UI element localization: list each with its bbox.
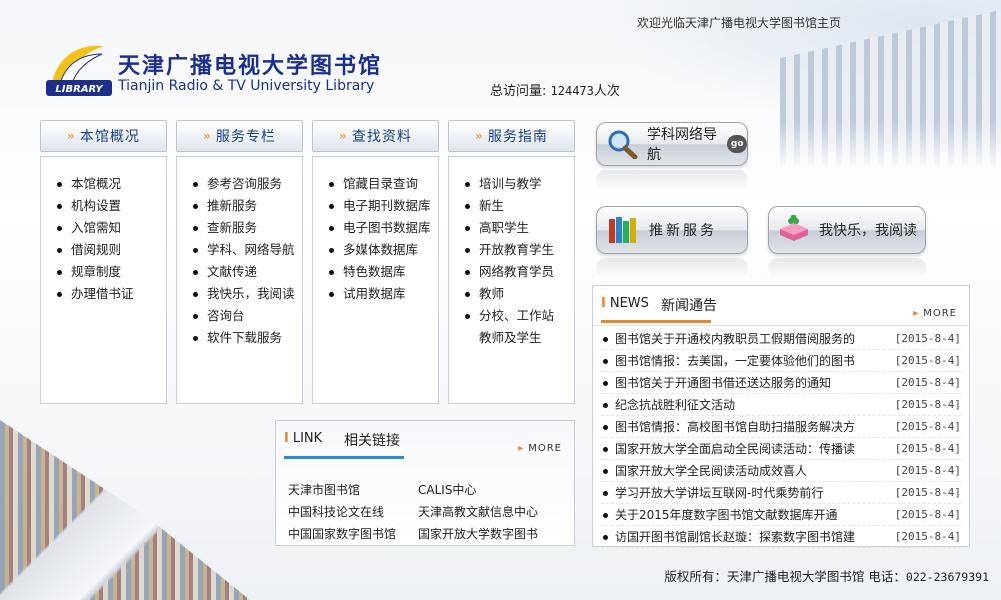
related-link[interactable]: 天津高教文献信息中心: [418, 503, 578, 521]
nav-column-about: » 本馆概况 本馆概况 机构设置 入馆需知 借阅规则 规章制度 办理借书证: [40, 120, 167, 404]
visit-counter: 总访问量: 124473人次: [490, 80, 620, 99]
happy-reading-button[interactable]: 我快乐，我阅读: [768, 206, 926, 254]
news-item[interactable]: 图书馆情报：去美国，一定要体验他们的图书 [2015-8-4]: [601, 350, 961, 372]
arrow-right-icon: ▸: [913, 308, 920, 319]
nav-header-services[interactable]: » 服务专栏: [176, 120, 303, 152]
nav-header-guide[interactable]: » 服务指南: [448, 120, 575, 152]
news-item[interactable]: 图书馆关于开通图书借还送达服务的通知 [2015-8-4]: [601, 372, 961, 394]
button-reflection: [596, 258, 748, 278]
page-curl-bookshelf-decoration: [0, 420, 250, 600]
button-reflection: [768, 258, 926, 278]
nav-link[interactable]: 电子期刊数据库: [327, 195, 438, 217]
visit-counter-value: 124473: [550, 84, 594, 98]
news-item[interactable]: 学习开放大学讲坛互联网-时代乘势前行 [2015-8-4]: [601, 482, 961, 504]
nav-link[interactable]: 开放教育学生: [463, 239, 574, 261]
related-link[interactable]: 国家开放大学数字图书: [418, 525, 578, 543]
nav-link[interactable]: 本馆概况: [55, 173, 166, 195]
links-panel: I LINK 相关链接 ▸ MORE 天津市图书馆 CALIS中心 中国科技论文在线…: [275, 420, 575, 546]
links-more-link[interactable]: ▸ MORE: [518, 443, 562, 454]
news-tag-cn: 新闻通告: [661, 298, 717, 314]
nav-link[interactable]: 参考咨询服务: [191, 173, 302, 195]
nav-link[interactable]: 电子图书数据库: [327, 217, 438, 239]
nav-link[interactable]: 新生: [463, 195, 574, 217]
news-item[interactable]: 国家开放大学全面启动全民阅读活动：传播读 [2015-8-4]: [601, 438, 961, 460]
magnifier-icon: [608, 130, 638, 159]
related-link[interactable]: 中国科技论文在线: [288, 503, 418, 521]
related-link[interactable]: 天津市图书馆: [288, 481, 418, 499]
logo-badge-text: LIBRARY: [55, 84, 104, 95]
book-clover-icon: [780, 215, 808, 241]
nav-header-search[interactable]: » 查找资料: [312, 120, 439, 152]
news-item[interactable]: 图书馆关于开通校内教职员工假期借阅服务的 [2015-8-4]: [601, 328, 961, 350]
nav-link[interactable]: 网络教育学员: [463, 261, 574, 283]
links-tag-cn: 相关链接: [344, 433, 400, 449]
library-logo-icon: LIBRARY: [42, 42, 118, 98]
news-more-link[interactable]: ▸ MORE: [913, 308, 957, 319]
visit-counter-label: 总访问量:: [490, 84, 547, 99]
footer-phone: 022-23679391: [905, 570, 989, 584]
button-reflection: [596, 170, 748, 190]
nav-link[interactable]: 我快乐，我阅读: [191, 283, 302, 305]
double-chevron-icon: »: [203, 129, 212, 143]
nav-link[interactable]: 入馆需知: [55, 217, 166, 239]
nav-link[interactable]: 借阅规则: [55, 239, 166, 261]
nav-link[interactable]: 多媒体数据库: [327, 239, 438, 261]
nav-link[interactable]: 机构设置: [55, 195, 166, 217]
related-link[interactable]: CALIS中心: [418, 481, 578, 499]
nav-link[interactable]: 馆藏目录查询: [327, 173, 438, 195]
nav-link[interactable]: 分校、工作站教师及学生: [463, 305, 563, 349]
links-tag-en: I LINK: [284, 431, 323, 446]
library-name-cn: 天津广播电视大学图书馆: [118, 53, 383, 79]
links-tag-underline: [284, 456, 404, 459]
news-tag-en: I NEWS: [601, 296, 649, 311]
nav-link[interactable]: 特色数据库: [327, 261, 438, 283]
news-item[interactable]: 国家开放大学全民阅读活动成效喜人 [2015-8-4]: [601, 460, 961, 482]
nav-link[interactable]: 学科、网络导航: [191, 239, 302, 261]
nav-column-search: » 查找资料 馆藏目录查询 电子期刊数据库 电子图书数据库 多媒体数据库 特色数据…: [312, 120, 439, 404]
related-link[interactable]: 中国国家数字图书馆: [288, 525, 418, 543]
double-chevron-icon: »: [67, 129, 76, 143]
nav-link[interactable]: 软件下载服务: [191, 327, 302, 349]
news-tag-underline: [601, 320, 711, 323]
go-icon: go: [727, 135, 747, 153]
nav-link[interactable]: 培训与教学: [463, 173, 574, 195]
nav-column-services: » 服务专栏 参考咨询服务 推新服务 查新服务 学科、网络导航 文献传递 我快乐，…: [176, 120, 303, 404]
nav-link[interactable]: 文献传递: [191, 261, 302, 283]
welcome-text: 欢迎光临天津广播电视大学图书馆主页: [636, 16, 841, 30]
books-icon: [609, 217, 636, 243]
visit-counter-unit: 人次: [593, 84, 620, 99]
nav-link[interactable]: 教师: [463, 283, 574, 305]
nav-link[interactable]: 办理借书证: [55, 283, 166, 305]
nav-link[interactable]: 高职学生: [463, 217, 574, 239]
nav-header-about[interactable]: » 本馆概况: [40, 120, 167, 152]
nav-link[interactable]: 试用数据库: [327, 283, 438, 305]
news-item[interactable]: 图书馆情报：高校图书馆自助扫描服务解决方 [2015-8-4]: [601, 416, 961, 438]
nav-link[interactable]: 咨询台: [191, 305, 302, 327]
nav-link[interactable]: 推新服务: [191, 195, 302, 217]
library-name-en: Tianjin Radio & TV University Library: [118, 78, 375, 94]
news-item[interactable]: 关于2015年度数字图书馆文献数据库开通 [2015-8-4]: [601, 504, 961, 526]
nav-link[interactable]: 规章制度: [55, 261, 166, 283]
news-item[interactable]: 访国开图书馆副馆长赵璇：探索数字图书馆建 [2015-8-4]: [601, 526, 961, 548]
double-chevron-icon: »: [475, 129, 484, 143]
nav-link[interactable]: 查新服务: [191, 217, 302, 239]
nav-column-guide: » 服务指南 培训与教学 新生 高职学生 开放教育学生 网络教育学员 教师 分校、…: [448, 120, 575, 404]
news-panel: I NEWS 新闻通告 ▸ MORE 图书馆关于开通校内教职员工假期借阅服务的 [20…: [592, 285, 970, 548]
footer-copyright: 版权所有：天津广播电视大学图书馆 电话：022-23679391: [664, 569, 989, 584]
news-item[interactable]: 纪念抗战胜利征文活动 [2015-8-4]: [601, 394, 961, 416]
double-chevron-icon: »: [339, 129, 348, 143]
recommend-service-button[interactable]: 推新服务: [596, 206, 748, 254]
arrow-right-icon: ▸: [518, 443, 525, 454]
subject-navigation-button[interactable]: 学科网络导航 go: [596, 122, 748, 166]
